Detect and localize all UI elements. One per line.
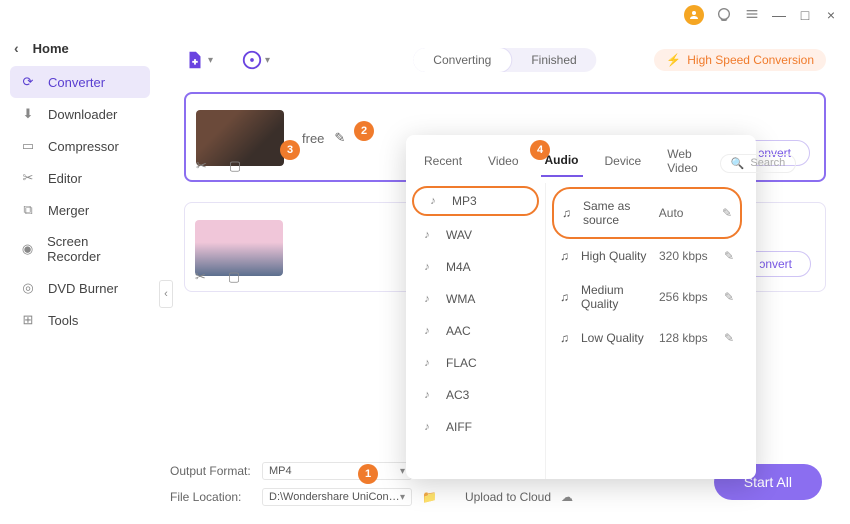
titlebar: — □ × <box>0 0 850 30</box>
bolt-icon: ⚡ <box>666 53 681 67</box>
audio-format-icon: ♪ <box>418 292 436 306</box>
sidebar-item-tools[interactable]: ⊞Tools <box>10 304 150 336</box>
audio-format-icon: ♪ <box>418 228 436 242</box>
panel-tab-device[interactable]: Device <box>601 150 646 176</box>
search-icon: 🔍 <box>731 157 745 170</box>
sidebar-item-dvdburner[interactable]: ◎DVD Burner <box>10 272 150 304</box>
callout-badge-2: 2 <box>354 121 374 141</box>
edit-quality-icon[interactable]: ✎ <box>722 206 732 220</box>
callout-badge-3: 3 <box>280 140 300 160</box>
audio-format-icon: ♪ <box>418 324 436 338</box>
output-format-select[interactable]: MP4▾ <box>262 462 412 480</box>
audio-format-icon: ♪ <box>418 388 436 402</box>
format-item-wma[interactable]: ♪WMA <box>406 283 545 315</box>
music-icon: ♫ <box>560 290 569 304</box>
format-item-ac3[interactable]: ♪AC3 <box>406 379 545 411</box>
format-item-wav[interactable]: ♪WAV <box>406 219 545 251</box>
upload-cloud-label: Upload to Cloud <box>465 490 551 504</box>
tab-finished[interactable]: Finished <box>511 48 596 72</box>
audio-format-icon: ♪ <box>418 356 436 370</box>
sidebar-item-merger[interactable]: ⧉Merger <box>10 194 150 226</box>
folder-icon[interactable]: 📁 <box>422 490 437 504</box>
edit-quality-icon[interactable]: ✎ <box>724 249 734 263</box>
sidebar-item-editor[interactable]: ✂Editor <box>10 162 150 194</box>
back-icon[interactable]: ‹ <box>14 40 19 56</box>
quality-list: ♫ Same as source Auto ✎ ♫ High Quality 3… <box>546 183 756 479</box>
compressor-icon: ▭ <box>20 138 36 154</box>
cut-icon[interactable]: ✂ <box>196 158 207 174</box>
video-thumbnail <box>195 220 283 276</box>
sidebar: ‹ Home ⟳Converter ⬇Downloader ▭Compresso… <box>0 30 160 524</box>
format-list: ♪MP3 ♪WAV ♪M4A ♪WMA ♪AAC ♪FLAC ♪AC3 ♪AIF… <box>406 183 546 479</box>
format-item-mp3[interactable]: ♪MP3 <box>412 186 539 216</box>
downloader-icon: ⬇ <box>20 106 36 122</box>
cloud-icon[interactable]: ☁ <box>561 490 573 504</box>
sidebar-collapse-handle[interactable]: ‹ <box>159 280 173 308</box>
high-speed-badge[interactable]: ⚡ High Speed Conversion <box>654 49 826 71</box>
audio-format-icon: ♪ <box>418 420 436 434</box>
panel-tab-recent[interactable]: Recent <box>420 150 466 176</box>
crop-icon[interactable]: ▢ <box>228 269 240 285</box>
edit-title-icon[interactable]: ✎ <box>334 130 345 146</box>
merger-icon: ⧉ <box>20 202 36 218</box>
file-location-select[interactable]: D:\Wondershare UniConverter 1▾ <box>262 488 412 506</box>
audio-format-icon: ♪ <box>424 194 442 208</box>
format-panel: Recent Video Audio Device Web Video 🔍 Se… <box>406 135 756 479</box>
callout-badge-4: 4 <box>530 140 550 160</box>
add-file-button[interactable]: ▾ <box>184 49 213 71</box>
home-label: Home <box>33 41 69 56</box>
top-toolbar: ▾ ▾ Converting Finished ⚡ High Speed Con… <box>184 40 826 80</box>
cut-icon[interactable]: ✂ <box>195 269 206 285</box>
edit-quality-icon[interactable]: ✎ <box>724 290 734 304</box>
panel-tab-video[interactable]: Video <box>484 150 522 176</box>
maximize-button[interactable]: □ <box>798 8 812 22</box>
music-icon: ♫ <box>560 249 569 263</box>
sidebar-item-downloader[interactable]: ⬇Downloader <box>10 98 150 130</box>
status-segment: Converting Finished <box>413 48 596 72</box>
edit-quality-icon[interactable]: ✎ <box>724 331 734 345</box>
panel-tab-webvideo[interactable]: Web Video <box>663 143 701 183</box>
sidebar-item-screenrecorder[interactable]: ◉Screen Recorder <box>10 226 150 272</box>
minimize-button[interactable]: — <box>772 8 786 22</box>
recorder-icon: ◉ <box>20 241 35 257</box>
converter-icon: ⟳ <box>20 74 36 90</box>
format-item-flac[interactable]: ♪FLAC <box>406 347 545 379</box>
quality-item-high[interactable]: ♫ High Quality 320 kbps ✎ <box>552 239 742 273</box>
quality-item-source[interactable]: ♫ Same as source Auto ✎ <box>552 187 742 239</box>
card-title: free ✎ <box>302 130 345 146</box>
tools-icon: ⊞ <box>20 312 36 328</box>
sidebar-home[interactable]: ‹ Home <box>10 36 150 66</box>
user-avatar[interactable] <box>684 5 704 25</box>
music-icon: ♫ <box>562 206 571 220</box>
format-item-m4a[interactable]: ♪M4A <box>406 251 545 283</box>
music-icon: ♫ <box>560 331 569 345</box>
main-area: ‹ ▾ ▾ Converting Finished ⚡ High Speed C… <box>160 30 850 524</box>
callout-badge-1: 1 <box>358 464 378 484</box>
panel-search-input[interactable]: 🔍 Search <box>720 154 797 173</box>
crop-icon[interactable]: ▢ <box>229 158 241 174</box>
sidebar-item-converter[interactable]: ⟳Converter <box>10 66 150 98</box>
format-item-aiff[interactable]: ♪AIFF <box>406 411 545 443</box>
editor-icon: ✂ <box>20 170 36 186</box>
output-format-label: Output Format: <box>170 464 252 478</box>
quality-item-medium[interactable]: ♫ Medium Quality 256 kbps ✎ <box>552 273 742 321</box>
chevron-down-icon: ▾ <box>400 466 405 477</box>
audio-format-icon: ♪ <box>418 260 436 274</box>
format-item-aac[interactable]: ♪AAC <box>406 315 545 347</box>
dvd-icon: ◎ <box>20 280 36 296</box>
quality-item-low[interactable]: ♫ Low Quality 128 kbps ✎ <box>552 321 742 355</box>
menu-icon[interactable] <box>744 6 760 25</box>
sidebar-item-compressor[interactable]: ▭Compressor <box>10 130 150 162</box>
file-location-label: File Location: <box>170 490 252 504</box>
close-button[interactable]: × <box>824 8 838 22</box>
load-dvd-button[interactable]: ▾ <box>241 49 270 71</box>
chevron-down-icon: ▾ <box>400 492 405 503</box>
support-icon[interactable] <box>716 6 732 25</box>
tab-converting[interactable]: Converting <box>413 48 511 72</box>
